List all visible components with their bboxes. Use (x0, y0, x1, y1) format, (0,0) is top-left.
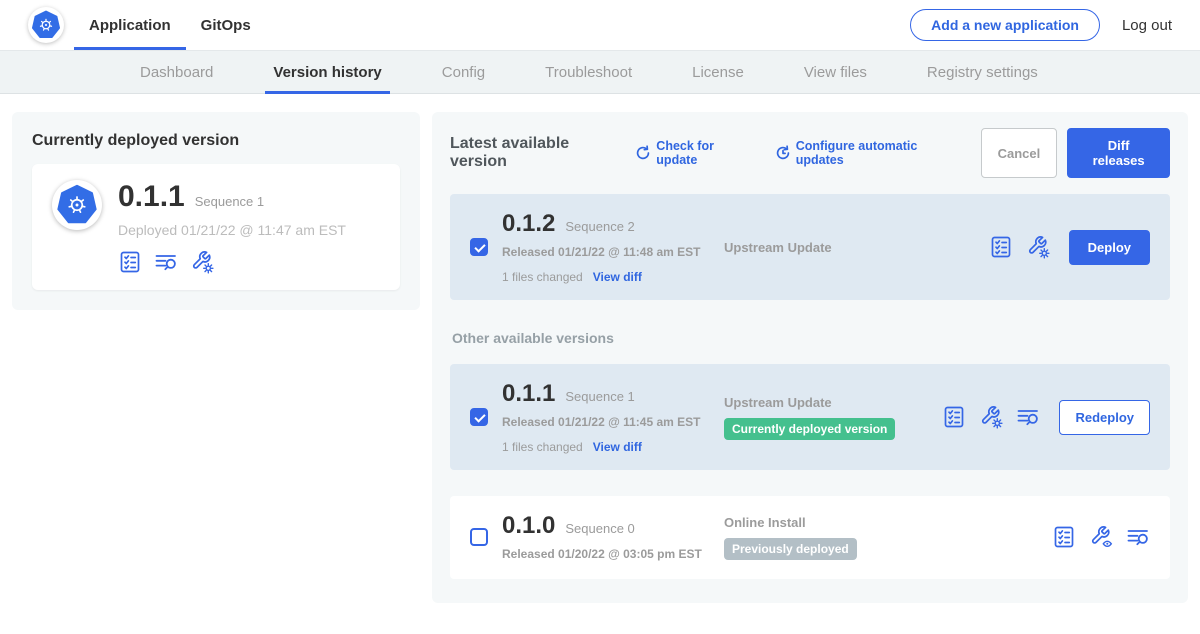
check-for-update-link[interactable]: Check for update (635, 139, 750, 167)
deploy-logs-icon[interactable] (154, 250, 178, 274)
version-checkbox[interactable] (470, 528, 488, 546)
released-timestamp: Released 01/20/22 @ 03:05 pm EST (502, 546, 702, 562)
subnav-item-version-history[interactable]: Version history (265, 51, 389, 93)
version-number: 0.1.1 (502, 380, 555, 408)
subnav-item-registry-settings[interactable]: Registry settings (919, 51, 1046, 93)
version-checkbox[interactable] (470, 238, 488, 256)
version-source: Upstream Update Currently deployed versi… (720, 395, 942, 440)
view-diff-link[interactable]: View diff (593, 440, 642, 454)
tab-application[interactable]: Application (74, 0, 186, 50)
edit-config-icon[interactable] (1026, 235, 1050, 259)
version-checkbox[interactable] (470, 408, 488, 426)
source-label: Upstream Update (724, 395, 942, 410)
files-changed-count: 1 files changed (502, 270, 583, 284)
deployed-version-card: 0.1.1 Sequence 1 Deployed 01/21/22 @ 11:… (32, 164, 400, 290)
add-new-application-button[interactable]: Add a new application (910, 9, 1100, 41)
subnav-item-config[interactable]: Config (434, 51, 493, 93)
latest-version-header: Latest available version Check for updat… (450, 128, 1170, 178)
check-for-update-label: Check for update (656, 139, 750, 167)
other-versions-title: Other available versions (452, 330, 1168, 346)
deploy-logs-icon[interactable] (1016, 405, 1040, 429)
refresh-icon (635, 145, 651, 161)
row-spacer (450, 470, 1170, 496)
version-number: 0.1.0 (502, 512, 555, 540)
version-history-panel: Latest available version Check for updat… (432, 112, 1188, 603)
configure-automatic-updates-label: Configure automatic updates (796, 139, 957, 167)
version-actions (1052, 525, 1150, 549)
version-row-0-1-0: 0.1.0 Sequence 0 Released 01/20/22 @ 03:… (450, 496, 1170, 578)
deployed-actions (118, 250, 346, 274)
source-label: Upstream Update (724, 240, 989, 255)
files-changed: 1 files changed View diff (502, 440, 720, 454)
edit-config-icon[interactable] (979, 405, 1003, 429)
header-right: Add a new application Log out (910, 9, 1172, 41)
latest-version-title: Latest available version (450, 135, 619, 171)
files-changed: 1 files changed View diff (502, 270, 720, 284)
version-meta: 0.1.1 Sequence 1 Released 01/21/22 @ 11:… (502, 380, 720, 454)
configure-automatic-updates-link[interactable]: Configure automatic updates (775, 139, 957, 167)
view-config-icon[interactable] (1089, 525, 1113, 549)
version-meta: 0.1.0 Sequence 0 Released 01/20/22 @ 03:… (502, 512, 720, 562)
currently-deployed-panel: Currently deployed version 0.1.1 Sequenc… (12, 112, 420, 310)
previously-deployed-badge: Previously deployed (724, 538, 857, 560)
kubernetes-logo-icon (28, 7, 64, 43)
sequence-label: Sequence 1 (565, 389, 634, 404)
deploy-logs-icon[interactable] (1126, 525, 1150, 549)
tab-gitops[interactable]: GitOps (186, 0, 266, 50)
deployed-version-number: 0.1.1 (118, 180, 185, 214)
source-label: Online Install (724, 515, 1052, 530)
version-actions: Deploy (989, 230, 1150, 265)
version-number: 0.1.2 (502, 210, 555, 238)
schedule-refresh-icon (775, 145, 791, 161)
version-row-0-1-1: 0.1.1 Sequence 1 Released 01/21/22 @ 11:… (450, 364, 1170, 470)
logout-button[interactable]: Log out (1122, 17, 1172, 34)
deployed-timestamp: Deployed 01/21/22 @ 11:47 am EST (118, 222, 346, 238)
subnav-item-view-files[interactable]: View files (796, 51, 875, 93)
preflight-checklist-icon[interactable] (1052, 525, 1076, 549)
version-source: Online Install Previously deployed (720, 515, 1052, 560)
version-source: Upstream Update (720, 240, 989, 255)
version-actions: Redeploy (942, 400, 1150, 435)
version-row-0-1-2: 0.1.2 Sequence 2 Released 01/21/22 @ 11:… (450, 194, 1170, 300)
app-logo-icon (52, 180, 102, 230)
subnav-item-dashboard[interactable]: Dashboard (132, 51, 221, 93)
diff-releases-button[interactable]: Diff releases (1067, 128, 1170, 178)
redeploy-button[interactable]: Redeploy (1059, 400, 1150, 435)
preflight-checklist-icon[interactable] (942, 405, 966, 429)
subnav-item-license[interactable]: License (684, 51, 752, 93)
deployed-sequence-label: Sequence 1 (195, 194, 264, 209)
currently-deployed-badge: Currently deployed version (724, 418, 895, 440)
header-buttons: Cancel Diff releases (981, 128, 1170, 178)
top-header: Application GitOps Add a new application… (0, 0, 1200, 50)
released-timestamp: Released 01/21/22 @ 11:45 am EST (502, 414, 702, 430)
subnav-item-troubleshoot[interactable]: Troubleshoot (537, 51, 640, 93)
version-meta: 0.1.2 Sequence 2 Released 01/21/22 @ 11:… (502, 210, 720, 284)
primary-nav: Application GitOps (74, 0, 266, 50)
view-diff-link[interactable]: View diff (593, 270, 642, 284)
preflight-checklist-icon[interactable] (118, 250, 142, 274)
sequence-label: Sequence 0 (565, 521, 634, 536)
files-changed-count: 1 files changed (502, 440, 583, 454)
app-subnav: Dashboard Version history Config Trouble… (0, 50, 1200, 94)
released-timestamp: Released 01/21/22 @ 11:48 am EST (502, 244, 702, 260)
deployed-version-info: 0.1.1 Sequence 1 Deployed 01/21/22 @ 11:… (118, 180, 346, 274)
main-content: Currently deployed version 0.1.1 Sequenc… (0, 94, 1200, 621)
currently-deployed-title: Currently deployed version (32, 132, 400, 150)
preflight-checklist-icon[interactable] (989, 235, 1013, 259)
edit-config-icon[interactable] (190, 250, 214, 274)
cancel-button[interactable]: Cancel (981, 128, 1058, 178)
sequence-label: Sequence 2 (565, 219, 634, 234)
deploy-button[interactable]: Deploy (1069, 230, 1150, 265)
